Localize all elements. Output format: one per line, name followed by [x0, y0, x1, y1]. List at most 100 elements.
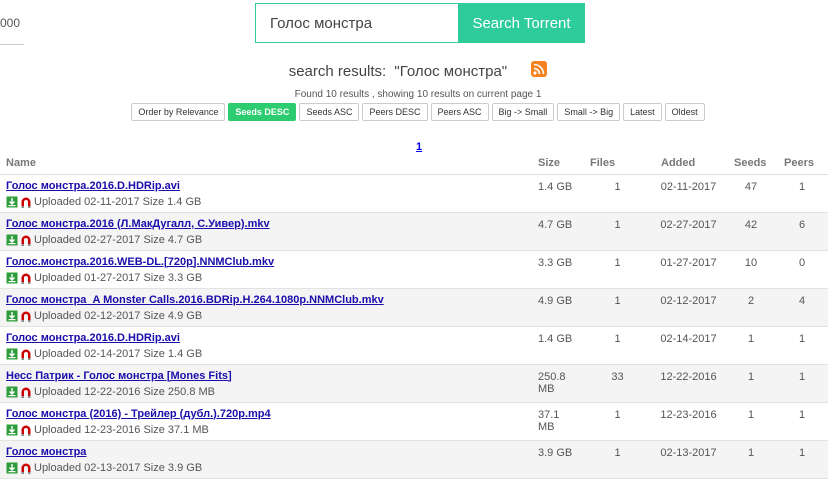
cell-name: Голос монстра.2016 (Л.МакДугалл, С.Уивер… [0, 212, 532, 251]
download-icon[interactable] [6, 462, 18, 474]
sort-button-3[interactable]: Peers DESC [362, 103, 428, 121]
torrent-meta: Uploaded 12-23-2016 Size 37.1 MB [6, 424, 526, 437]
magnet-icon[interactable] [20, 196, 32, 209]
cell-added: 02-11-2017 [651, 174, 726, 213]
rss-icon[interactable] [531, 61, 548, 77]
torrent-link[interactable]: Голос монстра.2016.D.HDRip.avi [6, 180, 526, 192]
cell-added: 02-14-2017 [651, 326, 726, 365]
sort-button-4[interactable]: Peers ASC [430, 103, 489, 121]
cell-seeds: 1 [726, 326, 776, 365]
upload-info: Uploaded 02-11-2017 Size 1.4 GB [34, 196, 202, 208]
sort-button-7[interactable]: Latest [623, 103, 662, 121]
cell-name: Голос монстра_A Monster Calls.2016.BDRip… [0, 288, 532, 327]
sort-button-1[interactable]: Seeds DESC [228, 103, 297, 121]
results-table: Name Size Files Added Seeds Peers Голос … [0, 152, 828, 479]
cell-files: 1 [584, 440, 651, 479]
table-row: Голос монстра.2016 (Л.МакДугалл, С.Уивер… [0, 212, 828, 251]
download-icon[interactable] [6, 234, 18, 246]
torrent-link[interactable]: Голос монстра [6, 446, 526, 458]
download-icon[interactable] [6, 424, 18, 436]
cell-size: 1.4 GB [532, 326, 584, 365]
cell-size: 4.7 GB [532, 212, 584, 251]
column-header-added[interactable]: Added [651, 152, 726, 175]
left-fragment-text: 000 [0, 16, 21, 30]
cell-peers: 6 [776, 212, 828, 251]
torrent-link[interactable]: Голос монстра_A Monster Calls.2016.BDRip… [6, 294, 526, 306]
torrent-link[interactable]: Голос монстра.2016 (Л.МакДугалл, С.Уивер… [6, 218, 526, 230]
table-row: Голос монстра.2016.D.HDRip.avi Uploaded 0… [0, 174, 828, 213]
search-torrent-button[interactable]: Search Torrent [458, 3, 585, 43]
cell-name: Голос монстра.2016.D.HDRip.avi Uploaded 0… [0, 174, 532, 213]
cell-files: 1 [584, 402, 651, 441]
download-icon[interactable] [6, 196, 18, 208]
table-row: Голос монстра_A Monster Calls.2016.BDRip… [0, 288, 828, 327]
cell-seeds: 1 [726, 402, 776, 441]
cell-peers: 1 [776, 326, 828, 365]
column-header-files[interactable]: Files [584, 152, 651, 175]
magnet-icon[interactable] [20, 348, 32, 361]
cell-seeds: 47 [726, 174, 776, 213]
results-query: "Голос монстра" [394, 63, 508, 80]
sort-button-2[interactable]: Seeds ASC [299, 103, 360, 121]
table-row: Голос монстра (2016) - Трейлер (дубл.).7… [0, 402, 828, 441]
download-icon[interactable] [6, 386, 18, 398]
download-icon[interactable] [6, 310, 18, 322]
column-header-size[interactable]: Size [532, 152, 584, 175]
sort-button-6[interactable]: Small -> Big [557, 103, 621, 121]
cell-files: 1 [584, 174, 651, 213]
cell-added: 02-12-2017 [651, 288, 726, 327]
torrent-meta: Uploaded 02-14-2017 Size 1.4 GB [6, 348, 526, 361]
upload-info: Uploaded 02-14-2017 Size 1.4 GB [34, 348, 203, 360]
magnet-icon[interactable] [20, 424, 32, 437]
column-header-name[interactable]: Name [0, 152, 532, 175]
cell-peers: 1 [776, 364, 828, 403]
upload-info: Uploaded 12-22-2016 Size 250.8 MB [34, 386, 216, 398]
sort-bar: Order by Relevance Seeds DESC Seeds ASC Pee… [0, 103, 836, 121]
cell-added: 12-22-2016 [651, 364, 726, 403]
results-heading: search results: "Голос монстра" [0, 61, 836, 80]
magnet-icon[interactable] [20, 234, 32, 247]
cell-size: 250.8 MB [532, 364, 584, 403]
cell-peers: 1 [776, 402, 828, 441]
cell-size: 3.3 GB [532, 250, 584, 289]
cell-name: Голос монстра (2016) - Трейлер (дубл.).7… [0, 402, 532, 441]
torrent-meta: Uploaded 01-27-2017 Size 3.3 GB [6, 272, 526, 285]
torrent-meta: Uploaded 02-11-2017 Size 1.4 GB [6, 196, 526, 209]
sort-button-5[interactable]: Big -> Small [491, 103, 555, 121]
download-icon[interactable] [6, 272, 18, 284]
download-icon[interactable] [6, 348, 18, 360]
cell-peers: 1 [776, 440, 828, 479]
sort-button-0[interactable]: Order by Relevance [131, 103, 226, 121]
upload-info: Uploaded 02-13-2017 Size 3.9 GB [34, 462, 203, 474]
torrent-link[interactable]: Голос монстра.2016.D.HDRip.avi [6, 332, 526, 344]
results-prefix: search results: [288, 63, 387, 80]
cell-name: Голос монстра Uploaded 02-13-2017 Size 3.… [0, 440, 532, 479]
cell-seeds: 10 [726, 250, 776, 289]
left-divider [0, 44, 24, 45]
cell-added: 02-27-2017 [651, 212, 726, 251]
torrent-meta: Uploaded 02-13-2017 Size 3.9 GB [6, 462, 526, 475]
cell-files: 1 [584, 326, 651, 365]
cell-seeds: 42 [726, 212, 776, 251]
column-header-seeds[interactable]: Seeds [726, 152, 776, 175]
column-header-peers[interactable]: Peers [776, 152, 828, 175]
torrent-link[interactable]: Голос монстра (2016) - Трейлер (дубл.).7… [6, 408, 526, 420]
table-row: Голос.монстра.2016.WEB-DL.[720p].NNMClub… [0, 250, 828, 289]
cell-files: 33 [584, 364, 651, 403]
magnet-icon[interactable] [20, 272, 32, 285]
magnet-icon[interactable] [20, 462, 32, 475]
search-input[interactable] [255, 3, 458, 43]
torrent-meta: Uploaded 12-22-2016 Size 250.8 MB [6, 386, 526, 399]
cell-added: 02-13-2017 [651, 440, 726, 479]
cell-seeds: 1 [726, 364, 776, 403]
magnet-icon[interactable] [20, 386, 32, 399]
sort-button-8[interactable]: Oldest [664, 103, 705, 121]
cell-size: 37.1 MB [532, 402, 584, 441]
cell-peers: 0 [776, 250, 828, 289]
torrent-link[interactable]: Несс Патрик - Голос монстра [Mones Fits] [6, 370, 526, 382]
upload-info: Uploaded 12-23-2016 Size 37.1 MB [34, 424, 209, 436]
magnet-icon[interactable] [20, 310, 32, 323]
torrent-link[interactable]: Голос.монстра.2016.WEB-DL.[720p].NNMClub… [6, 256, 526, 268]
cell-files: 1 [584, 288, 651, 327]
results-count: Found 10 results , showing 10 results on… [294, 89, 542, 100]
